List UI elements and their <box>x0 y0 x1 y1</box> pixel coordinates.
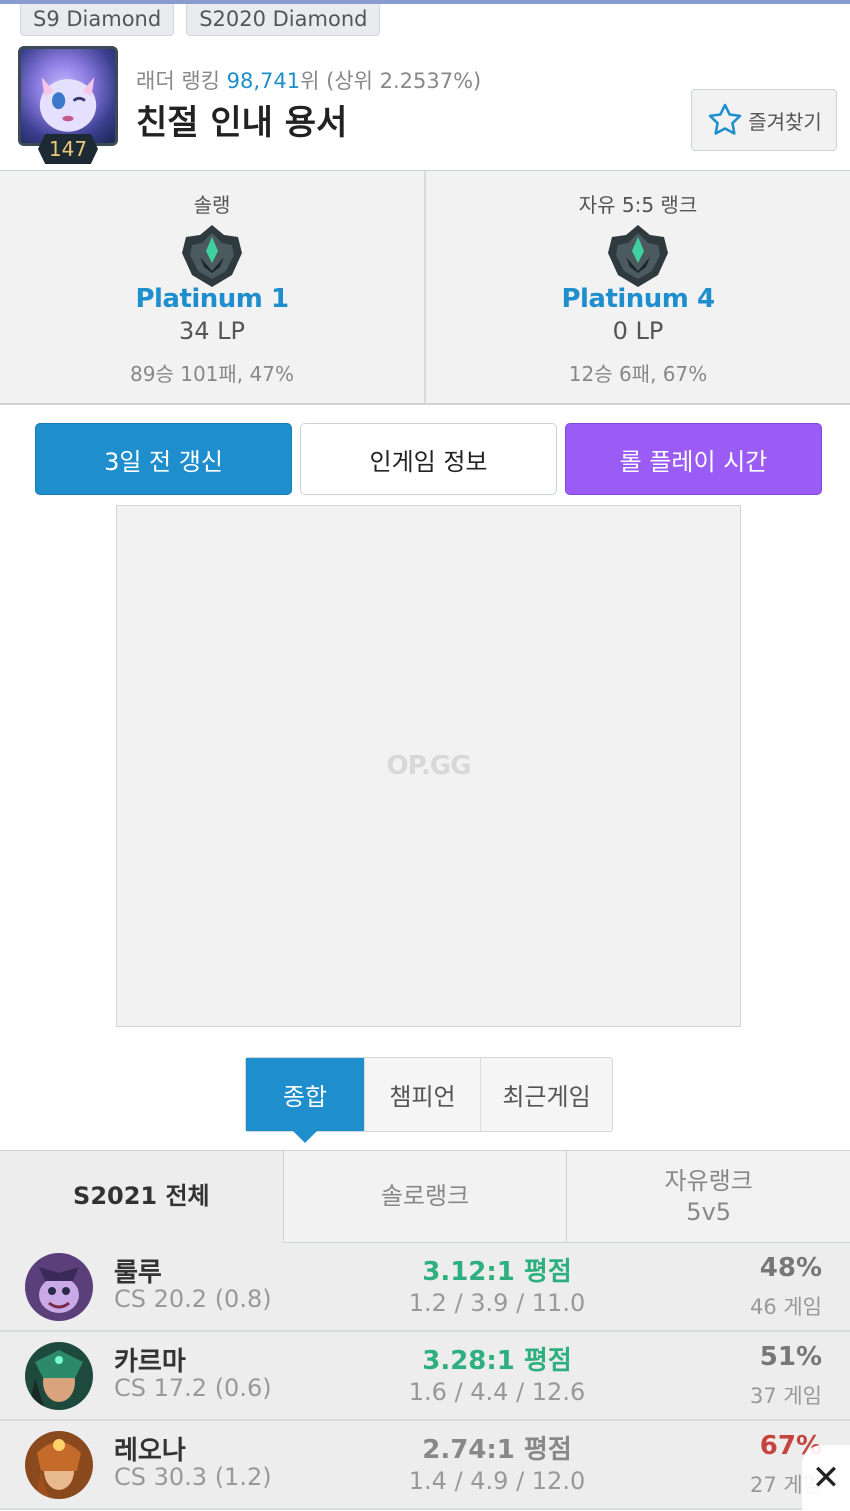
queue-tab-all[interactable]: S2021 전체 <box>0 1151 283 1243</box>
tab-overview[interactable]: 종합 <box>246 1058 364 1143</box>
champion-name: 룰루 <box>114 1258 162 1288</box>
kda-ratio: 3.12:1 평점 <box>422 1257 572 1287</box>
renew-button[interactable]: 3일 전 갱신 <box>35 423 292 495</box>
action-buttons: 3일 전 갱신 인게임 정보 롤 플레이 시간 <box>35 423 822 495</box>
win-loss-record: 89승 101패, 47% <box>130 362 294 386</box>
queue-tab-flex[interactable]: 자유랭크 5v5 <box>566 1151 850 1243</box>
league-points: 0 LP <box>612 317 664 345</box>
platinum-emblem-icon <box>182 225 242 287</box>
champion-winrate: 48% <box>759 1253 822 1283</box>
favorite-label: 즐겨찾기 <box>748 109 822 134</box>
win-loss-record: 12승 6패, 67% <box>568 362 708 386</box>
season-badge-s2020: S2020 Diamond <box>186 4 381 36</box>
tier-label: Platinum 4 <box>561 284 715 314</box>
profile-header: 147 래더 랭킹 98,741위 (상위 2.2537%) 친절 인내 용서 … <box>0 40 850 170</box>
champion-name: 카르마 <box>114 1347 186 1377</box>
kda: 1.2 / 3.9 / 11.0 <box>408 1289 586 1317</box>
tab-champions[interactable]: 챔피언 <box>364 1058 480 1131</box>
queue-tab-solo[interactable]: 솔로랭크 <box>282 1151 567 1243</box>
list-item[interactable]: 카르마 CS 17.2 (0.6) 3.28:1 평점 1.6 / 4.4 / … <box>0 1332 850 1421</box>
avatar <box>18 46 118 146</box>
level-badge: 147 <box>38 134 98 164</box>
rank-title: 자유 5:5 랭크 <box>578 193 698 217</box>
champion-winrate: 51% <box>759 1342 822 1372</box>
list-item[interactable]: 레오나 CS 30.3 (1.2) 2.74:1 평점 1.4 / 4.9 / … <box>0 1421 850 1510</box>
games-played: 46 게임 <box>749 1295 822 1319</box>
rank-panels: 솔랭 Platinum 1 34 LP 89승 101패, 47% 자유 5:5… <box>0 171 850 405</box>
profile-icon: 147 <box>16 46 120 166</box>
opgg-logo: OP.GG <box>386 751 472 781</box>
rank-title: 솔랭 <box>193 193 231 217</box>
solo-rank-panel: 솔랭 Platinum 1 34 LP 89승 101패, 47% <box>0 171 424 403</box>
summary-tabs: 종합 챔피언 최근게임 <box>245 1057 613 1143</box>
season-badge-s9: S9 Diamond <box>20 4 175 36</box>
leona-champion-icon <box>25 1431 93 1499</box>
tab-recent-games[interactable]: 최근게임 <box>480 1058 612 1131</box>
queue-filter-tabs: S2021 전체 솔로랭크 자유랭크 5v5 <box>0 1150 850 1243</box>
ladder-ranking: 래더 랭킹 98,741위 (상위 2.2537%) <box>136 69 482 93</box>
champion-cs: CS 17.2 (0.6) <box>114 1374 272 1402</box>
champion-name: 레오나 <box>114 1436 186 1466</box>
champion-stats-list: 룰루 CS 20.2 (0.8) 3.12:1 평점 1.2 / 3.9 / 1… <box>0 1243 850 1510</box>
star-icon <box>708 103 742 135</box>
champion-cs: CS 20.2 (0.8) <box>114 1285 272 1313</box>
games-played: 37 게임 <box>749 1384 822 1408</box>
summoner-name: 친절 인내 용서 <box>136 103 348 143</box>
flex-rank-panel: 자유 5:5 랭크 Platinum 4 0 LP 12승 6패, 67% <box>424 171 850 403</box>
kda: 1.4 / 4.9 / 12.0 <box>408 1467 586 1495</box>
kda: 1.6 / 4.4 / 12.6 <box>408 1378 586 1406</box>
ladder-rank-number[interactable]: 98,741 <box>227 69 300 93</box>
platinum-emblem-icon <box>608 225 668 287</box>
yordle-avatar-icon <box>39 77 97 132</box>
league-points: 34 LP <box>178 317 245 345</box>
ingame-info-button[interactable]: 인게임 정보 <box>300 423 557 495</box>
playtime-button[interactable]: 롤 플레이 시간 <box>565 423 822 495</box>
kda-ratio: 3.28:1 평점 <box>422 1346 572 1376</box>
ad-placeholder[interactable]: OP.GG <box>116 505 741 1027</box>
karma-champion-icon <box>25 1342 93 1410</box>
lulu-champion-icon <box>25 1253 93 1321</box>
favorite-button[interactable]: 즐겨찾기 <box>691 89 837 151</box>
past-season-badges: S9 Diamond S2020 Diamond <box>20 4 381 36</box>
list-item[interactable]: 룰루 CS 20.2 (0.8) 3.12:1 평점 1.2 / 3.9 / 1… <box>0 1243 850 1332</box>
close-icon[interactable]: ✕ <box>802 1445 850 1511</box>
tier-label: Platinum 1 <box>135 284 289 314</box>
kda-ratio: 2.74:1 평점 <box>422 1435 572 1465</box>
champion-cs: CS 30.3 (1.2) <box>114 1463 272 1491</box>
